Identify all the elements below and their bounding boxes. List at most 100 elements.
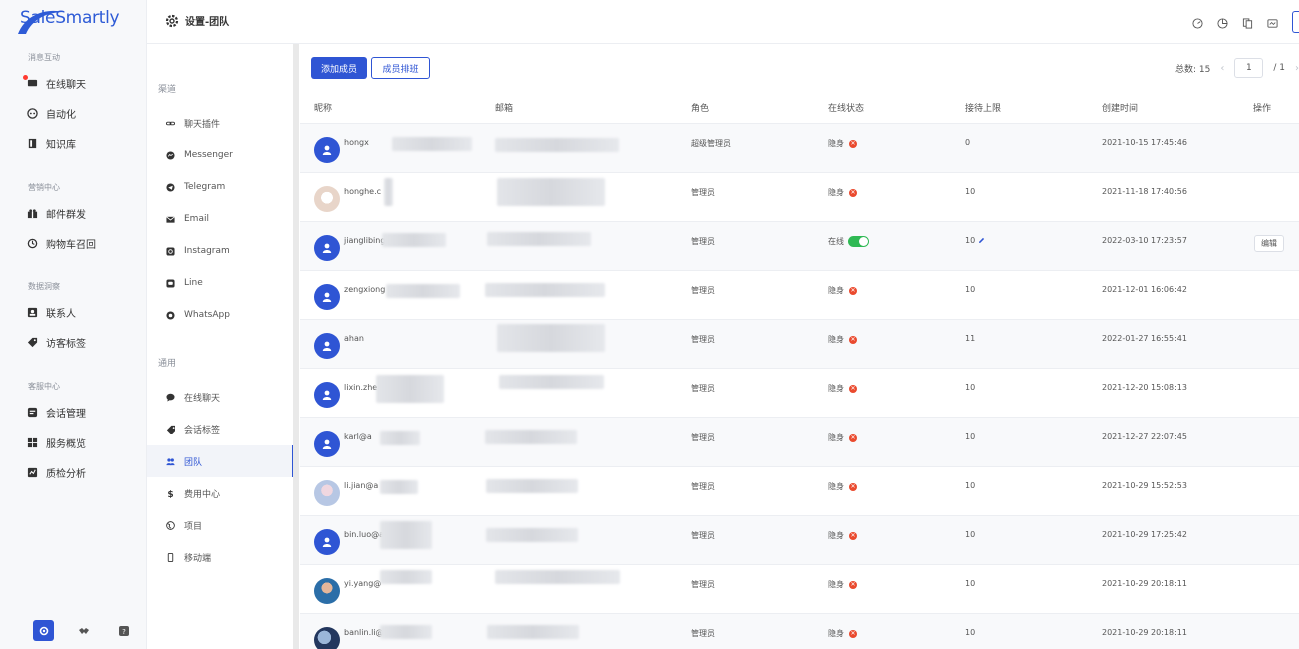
user-icon: [322, 145, 332, 155]
pie-chart-icon[interactable]: [1215, 16, 1229, 30]
redacted-nickname: [384, 178, 393, 206]
close-icon: ✕: [849, 335, 857, 344]
next-page-icon[interactable]: ›: [1295, 63, 1299, 74]
tag-icon: [26, 336, 38, 348]
created-time: 2021-11-18 17:40:56: [1102, 187, 1187, 196]
sidebar-item[interactable]: 服务概览: [26, 431, 136, 453]
online-status[interactable]: 隐身 ✕: [828, 334, 857, 345]
table-body: hongx 超级管理员 隐身 ✕ 0 2021-10-15 17:45:46 honghe.…: [300, 123, 1299, 649]
redacted-nickname: [380, 480, 418, 494]
sidebar-item[interactable]: 访客标签: [26, 331, 136, 353]
settings-icon[interactable]: [33, 620, 54, 641]
member-role: 管理员: [691, 286, 715, 295]
subnav-item[interactable]: $ 费用中心: [165, 482, 294, 504]
recall-icon: [26, 237, 38, 249]
sidebar-item[interactable]: 质检分析: [26, 461, 136, 483]
sidebar-group-title: 数据洞察: [28, 282, 60, 291]
table-row[interactable]: li.jian@a 管理员 隐身 ✕ 10 2021-10-29 15:52:53: [300, 466, 1299, 515]
subnav-item[interactable]: WhatsApp: [165, 304, 294, 326]
online-status[interactable]: 隐身 ✕: [828, 383, 857, 394]
member-schedule-button[interactable]: 成员排班: [371, 57, 430, 79]
subnav-item[interactable]: Email: [165, 208, 294, 230]
sidebar-item[interactable]: 知识库: [26, 132, 136, 154]
limit-value: 10: [965, 579, 976, 588]
online-status[interactable]: 隐身 ✕: [828, 579, 857, 590]
online-status[interactable]: 隐身 ✕: [828, 628, 857, 639]
help-icon[interactable]: ?: [113, 620, 134, 641]
online-status[interactable]: 隐身 ✕: [828, 432, 857, 443]
created-time: 2021-10-15 17:45:46: [1102, 138, 1187, 147]
settings-subnav: 渠道聊天插件 Messenger Telegram Email Instagram Lin…: [147, 44, 294, 649]
svg-text:?: ?: [122, 628, 126, 636]
document-icon[interactable]: [1240, 16, 1254, 30]
total-count: 总数: 15: [1175, 64, 1211, 75]
close-icon: ✕: [849, 139, 857, 148]
close-icon: ✕: [849, 433, 857, 442]
page-total: / 1: [1273, 63, 1285, 73]
subnav-item[interactable]: Line: [165, 272, 294, 294]
table-row[interactable]: banlin.li@ 管理员 隐身 ✕ 10 2021-10-29 20:18:11: [300, 613, 1299, 649]
online-toggle[interactable]: [848, 236, 869, 247]
status-text: 隐身: [828, 580, 844, 589]
speed-icon[interactable]: [1190, 16, 1204, 30]
prev-page-icon[interactable]: ‹: [1220, 63, 1224, 74]
team-content: 添加成员 成员排班 总数: 15 ‹ 1 / 1 › 昵称 邮箱 角色 在线状态…: [300, 44, 1299, 649]
handshake-icon[interactable]: [73, 620, 94, 641]
subnav-item[interactable]: Messenger: [165, 144, 294, 166]
member-nickname: jianglibing: [344, 236, 386, 245]
col-created: 创建时间: [1102, 103, 1139, 114]
edit-button[interactable]: 编辑: [1254, 235, 1284, 252]
table-row[interactable]: honghe.c 管理员 隐身 ✕ 10 2021-11-18 17:40:56: [300, 172, 1299, 221]
redacted-email: [495, 570, 620, 584]
online-status[interactable]: 隐身 ✕: [828, 530, 857, 541]
sidebar-item[interactable]: 在线聊天: [23, 72, 136, 94]
subnav-scrollbar[interactable]: [293, 44, 299, 649]
sidebar-item[interactable]: 会话管理: [26, 401, 136, 423]
table-row[interactable]: hongx 超级管理员 隐身 ✕ 0 2021-10-15 17:45:46: [300, 123, 1299, 172]
table-row[interactable]: ahan 管理员 隐身 ✕ 11 2022-01-27 16:55:41: [300, 319, 1299, 368]
sidebar-item[interactable]: 邮件群发: [26, 202, 136, 224]
member-nickname: ahan: [344, 334, 364, 343]
sidebar-item-label: 知识库: [46, 139, 76, 151]
api-icon[interactable]: [1265, 16, 1279, 30]
table-row[interactable]: bin.luo@a 管理员 隐身 ✕ 10 2021-10-29 17:25:42: [300, 515, 1299, 564]
status-text: 隐身: [828, 629, 844, 638]
subnav-item[interactable]: 在线聊天: [165, 386, 294, 408]
reception-limit: 10: [965, 481, 975, 490]
pencil-icon[interactable]: [978, 237, 985, 244]
created-time: 2021-10-29 20:18:11: [1102, 628, 1187, 637]
add-member-button[interactable]: 添加成员: [311, 57, 367, 79]
subnav-item-label: 团队: [184, 457, 203, 468]
online-status[interactable]: 隐身 ✕: [828, 285, 857, 296]
avatar: [314, 627, 340, 649]
collapsed-panel-tab[interactable]: [1292, 11, 1299, 33]
avatar: [314, 284, 340, 310]
user-icon: [322, 390, 332, 400]
table-row[interactable]: yi.yang@ 管理员 隐身 ✕ 10 2021-10-29 20:18:11: [300, 564, 1299, 613]
table-row[interactable]: jianglibing 管理员 在线 10 2022-03-10 17:23:57 编辑: [300, 221, 1299, 270]
page-input[interactable]: 1: [1234, 58, 1264, 78]
sidebar-item[interactable]: 自动化: [26, 102, 136, 124]
online-status[interactable]: 隐身 ✕: [828, 187, 857, 198]
subnav-item[interactable]: Instagram: [165, 240, 294, 262]
subnav-item[interactable]: 会话标签: [165, 418, 294, 440]
sidebar-item-label: 购物车召回: [46, 239, 96, 251]
chat-bubble-icon: [165, 392, 175, 402]
table-row[interactable]: lixin.zhe 管理员 隐身 ✕ 10 2021-12-20 15:08:13: [300, 368, 1299, 417]
sidebar-item-label: 会话管理: [46, 408, 86, 420]
table-row[interactable]: karl@a 管理员 隐身 ✕ 10 2021-12-27 22:07:45: [300, 417, 1299, 466]
online-status[interactable]: 隐身 ✕: [828, 138, 857, 149]
subnav-section-title: 渠道: [158, 85, 177, 95]
online-status[interactable]: 隐身 ✕: [828, 481, 857, 492]
subnav-item[interactable]: 移动端: [165, 546, 294, 568]
table-row[interactable]: zengxiong 管理员 隐身 ✕ 10 2021-12-01 16:06:42: [300, 270, 1299, 319]
sidebar-item[interactable]: 联系人: [26, 301, 136, 323]
subnav-item[interactable]: 聊天插件: [165, 112, 294, 134]
col-actions: 操作: [1253, 103, 1272, 114]
subnav-item[interactable]: 团队: [147, 445, 294, 477]
subnav-item[interactable]: 项目: [165, 514, 294, 536]
sidebar-item[interactable]: 购物车召回: [26, 232, 136, 254]
online-status[interactable]: 在线: [828, 236, 869, 247]
subnav-item[interactable]: Telegram: [165, 176, 294, 198]
team-icon: [165, 456, 175, 466]
